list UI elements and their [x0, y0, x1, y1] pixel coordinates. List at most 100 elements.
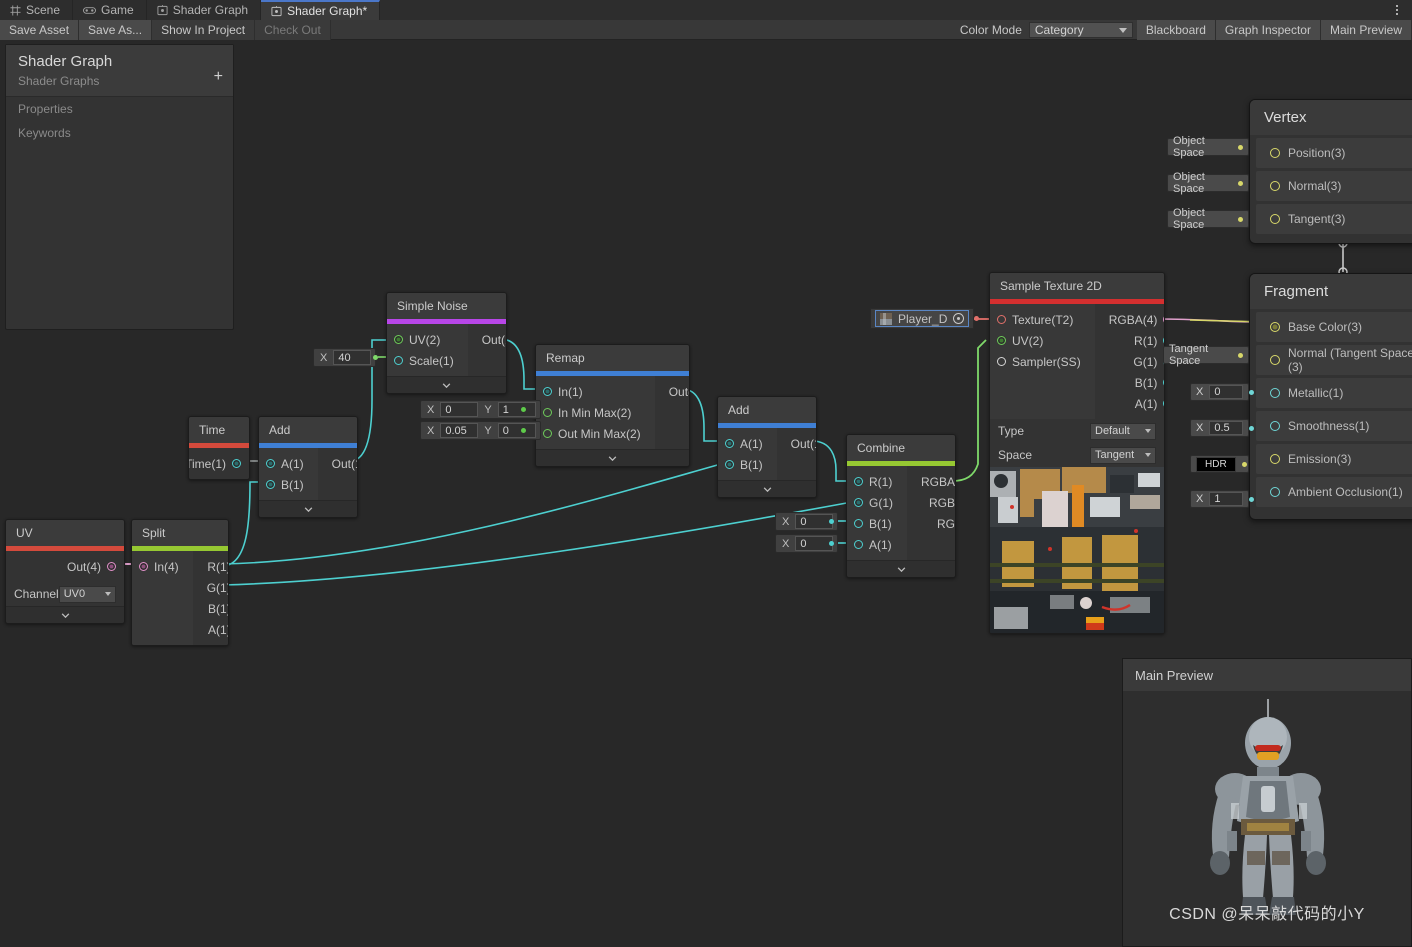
master-port-base-color[interactable]: Base Color(3) — [1256, 312, 1412, 342]
default-chip-emission[interactable]: HDR — [1190, 455, 1249, 473]
node-simple-noise[interactable]: Simple Noise UV(2) Scale(1) Out(1) — [386, 292, 507, 394]
node-sample-type-dropdown[interactable]: Default — [1090, 422, 1156, 440]
port-add1-out[interactable]: Out(1) — [318, 453, 357, 474]
port-combine-r[interactable]: R(1) — [847, 471, 907, 492]
field-remap-in-min-value[interactable]: 0 — [440, 402, 479, 417]
master-port-metallic[interactable]: Metallic(1) — [1256, 378, 1412, 408]
field-noise-scale[interactable]: X 40 — [313, 348, 377, 367]
port-dot[interactable] — [543, 387, 552, 396]
port-dot[interactable] — [1270, 148, 1280, 158]
default-chip-position[interactable]: Object Space — [1167, 135, 1249, 159]
port-split-r[interactable]: R(1) — [193, 556, 228, 577]
port-dot[interactable] — [394, 335, 403, 344]
field-combine-a-value[interactable]: 0 — [795, 536, 834, 551]
port-dot[interactable] — [997, 357, 1006, 366]
port-noise-out[interactable]: Out(1) — [468, 329, 506, 350]
main-preview-panel[interactable]: Main Preview CSDN @呆呆敲代码的小Y — [1122, 658, 1412, 947]
node-remap[interactable]: Remap In(1) In Min Max(2) Out Min Max(2)… — [535, 344, 690, 467]
port-dot[interactable] — [1270, 181, 1280, 191]
port-remap-out-min-max[interactable]: Out Min Max(2) — [536, 423, 655, 444]
master-node-vertex[interactable]: Vertex Position(3) Normal(3) Tangent(3) — [1249, 99, 1412, 244]
field-remap-out-max-value[interactable]: 0 — [497, 423, 536, 438]
field-remap-in-max-value[interactable]: 1 — [497, 402, 536, 417]
port-add2-a[interactable]: A(1) — [718, 433, 777, 454]
color-mode-dropdown[interactable]: Category — [1028, 22, 1133, 38]
port-dot[interactable] — [266, 480, 275, 489]
master-port-smoothness[interactable]: Smoothness(1) — [1256, 411, 1412, 441]
port-uv-out[interactable]: Out(4) — [6, 556, 124, 577]
master-port-emission[interactable]: Emission(3) — [1256, 444, 1412, 474]
blackboard-section-keywords[interactable]: Keywords — [6, 121, 233, 145]
port-dot[interactable] — [394, 356, 403, 365]
port-dot[interactable] — [854, 519, 863, 528]
object-selector-icon[interactable] — [953, 313, 965, 324]
node-remap-collapse[interactable] — [536, 449, 689, 466]
port-add1-b[interactable]: B(1) — [259, 474, 318, 495]
port-split-g[interactable]: G(1) — [193, 577, 228, 598]
tab-game[interactable]: Game — [73, 0, 147, 20]
port-dot[interactable] — [725, 460, 734, 469]
texture-asset-field[interactable]: Player_D — [870, 308, 975, 329]
main-preview-toggle-button[interactable]: Main Preview — [1320, 20, 1412, 40]
port-dot[interactable] — [854, 498, 863, 507]
field-combine-b-value[interactable]: 0 — [795, 514, 834, 529]
port-split-a[interactable]: A(1) — [193, 619, 228, 640]
node-uv-collapse[interactable] — [6, 606, 124, 623]
port-dot[interactable] — [1270, 214, 1280, 224]
port-dot[interactable] — [1163, 399, 1164, 408]
master-node-fragment[interactable]: Fragment Base Color(3) Normal (Tangent S… — [1249, 273, 1412, 520]
port-dot[interactable] — [266, 459, 275, 468]
master-port-ambient-occlusion[interactable]: Ambient Occlusion(1) — [1256, 477, 1412, 507]
port-sample-rgba[interactable]: RGBA(4) — [1095, 309, 1164, 330]
node-combine[interactable]: Combine R(1) G(1) B(1) A(1) RGBA(4) — [846, 434, 956, 578]
port-sample-a[interactable]: A(1) — [1095, 393, 1164, 414]
port-dot[interactable] — [543, 408, 552, 417]
port-combine-rgba[interactable]: RGBA(4) — [907, 471, 955, 492]
port-dot[interactable] — [1270, 454, 1280, 464]
port-dot[interactable] — [997, 315, 1006, 324]
default-chip-normal-tangent[interactable]: Tangent Space — [1163, 343, 1249, 367]
port-dot[interactable] — [543, 429, 552, 438]
default-chip-metallic-value[interactable]: 0 — [1209, 385, 1244, 399]
port-split-b[interactable]: B(1) — [193, 598, 228, 619]
node-combine-collapse[interactable] — [847, 560, 955, 577]
port-sample-uv[interactable]: UV(2) — [990, 330, 1095, 351]
port-dot[interactable] — [139, 562, 148, 571]
save-as-button[interactable]: Save As... — [79, 20, 153, 40]
tab-shader-graph-modified[interactable]: Shader Graph* — [261, 0, 381, 20]
port-sample-g[interactable]: G(1) — [1095, 351, 1164, 372]
port-add1-a[interactable]: A(1) — [259, 453, 318, 474]
node-add-1[interactable]: Add A(1) B(1) Out(1) — [258, 416, 358, 518]
default-chip-smoothness-value[interactable]: 0.5 — [1209, 421, 1244, 435]
tab-scene[interactable]: Scene — [0, 0, 74, 20]
default-chip-metallic[interactable]: X 0 — [1190, 383, 1255, 401]
node-uv[interactable]: UV Out(4) Channel UV0 — [5, 519, 125, 624]
port-noise-uv[interactable]: UV(2) — [387, 329, 468, 350]
texture-asset-inner[interactable]: Player_D — [875, 310, 970, 327]
port-dot[interactable] — [1163, 336, 1164, 345]
blackboard-section-properties[interactable]: Properties — [6, 97, 233, 121]
blackboard-toggle-button[interactable]: Blackboard — [1136, 20, 1216, 40]
default-chip-ao-value[interactable]: 1 — [1209, 492, 1244, 506]
master-port-position[interactable]: Position(3) — [1256, 138, 1412, 168]
port-sample-r[interactable]: R(1) — [1095, 330, 1164, 351]
port-sample-b[interactable]: B(1) — [1095, 372, 1164, 393]
port-dot[interactable] — [1270, 487, 1280, 497]
port-combine-rgb[interactable]: RGB(3) — [907, 492, 955, 513]
window-menu-icon[interactable] — [1388, 0, 1406, 20]
master-port-normal[interactable]: Normal(3) — [1256, 171, 1412, 201]
port-sample-texture[interactable]: Texture(T2) — [990, 309, 1095, 330]
port-dot[interactable] — [725, 439, 734, 448]
node-sample-texture-2d[interactable]: Sample Texture 2D Texture(T2) UV(2) Samp… — [989, 272, 1165, 634]
port-dot[interactable] — [1163, 378, 1164, 387]
default-chip-normal[interactable]: Object Space — [1167, 171, 1249, 195]
node-add-1-collapse[interactable] — [259, 500, 357, 517]
port-dot[interactable] — [854, 540, 863, 549]
show-in-project-button[interactable]: Show In Project — [152, 20, 256, 40]
node-add-2-collapse[interactable] — [718, 480, 816, 497]
tab-shader-graph[interactable]: Shader Graph — [147, 0, 262, 20]
port-remap-in-min-max[interactable]: In Min Max(2) — [536, 402, 655, 423]
port-dot[interactable] — [854, 477, 863, 486]
default-chip-ambient-occlusion[interactable]: X 1 — [1190, 490, 1255, 508]
save-asset-button[interactable]: Save Asset — [0, 20, 80, 40]
